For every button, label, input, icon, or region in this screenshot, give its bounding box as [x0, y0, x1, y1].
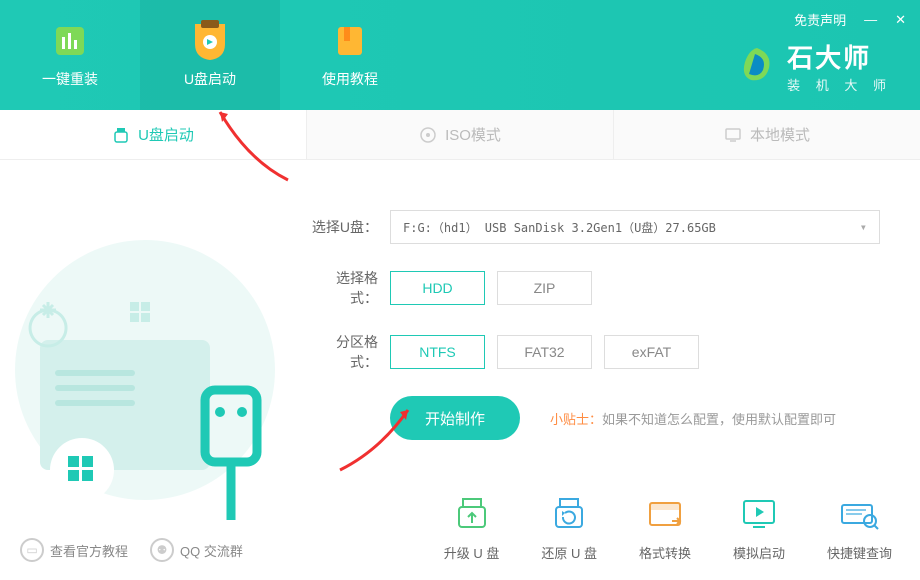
start-button[interactable]: 开始制作 [390, 396, 520, 440]
mode-tabs: U盘启动 ISO模式 本地模式 [0, 110, 920, 160]
group-icon: ⚉ [150, 538, 174, 562]
brand-logo-icon [737, 46, 777, 86]
tab-iso-mode[interactable]: ISO模式 [307, 110, 614, 159]
title-bar-actions: 免责声明 — ✕ [794, 10, 906, 29]
partition-option-exfat[interactable]: exFAT [604, 335, 699, 369]
restore-usb-icon [548, 493, 590, 535]
monitor-icon [724, 126, 742, 144]
hotkey-query-icon [838, 493, 880, 535]
nav-tutorial[interactable]: 使用教程 [280, 0, 420, 110]
book-icon: ▭ [20, 538, 44, 562]
disk-label: 选择U盘： [310, 217, 378, 237]
tool-format-convert[interactable]: 格式转换 [639, 493, 691, 562]
header: 一键重装 U盘启动 使用教程 免责声明 — ✕ 石大师 装 机 大 师 [0, 0, 920, 110]
partition-option-ntfs[interactable]: NTFS [390, 335, 485, 369]
partition-label: 分区格式： [310, 332, 378, 372]
simulate-boot-icon [738, 493, 780, 535]
tip-text: 小贴士：如果不知道怎么配置，使用默认配置即可 [550, 409, 836, 428]
disk-dropdown[interactable]: F:G:（hd1） USB SanDisk 3.2Gen1（U盘）27.65GB [390, 210, 880, 244]
brand-subtitle: 装 机 大 师 [787, 75, 892, 94]
nav-label: 使用教程 [322, 69, 378, 89]
tool-hotkey-query[interactable]: 快捷键查询 [827, 493, 892, 562]
close-button[interactable]: ✕ [895, 12, 906, 28]
tab-local-mode[interactable]: 本地模式 [614, 110, 920, 159]
shield-icon [190, 21, 230, 61]
bar-chart-icon [50, 21, 90, 61]
tool-simulate-boot[interactable]: 模拟启动 [733, 493, 785, 562]
qq-group-link[interactable]: ⚉ QQ 交流群 [150, 538, 243, 562]
brand-name: 石大师 [787, 38, 892, 75]
nav-label: 一键重装 [42, 69, 98, 89]
bookmark-icon [330, 21, 370, 61]
brand: 石大师 装 机 大 师 [737, 38, 892, 94]
nav-reinstall[interactable]: 一键重装 [0, 0, 140, 110]
nav-usb-boot[interactable]: U盘启动 [140, 0, 280, 110]
format-convert-icon [644, 493, 686, 535]
tool-upgrade-usb[interactable]: 升级 U 盘 [444, 493, 500, 562]
iso-icon [419, 126, 437, 144]
illustration [0, 160, 290, 530]
format-option-hdd[interactable]: HDD [390, 271, 485, 305]
partition-option-fat32[interactable]: FAT32 [497, 335, 592, 369]
format-label: 选择格式： [310, 268, 378, 308]
minimize-button[interactable]: — [864, 12, 877, 27]
tool-restore-usb[interactable]: 还原 U 盘 [541, 493, 597, 562]
upgrade-usb-icon [451, 493, 493, 535]
usb-icon [112, 126, 130, 144]
disclaimer-link[interactable]: 免责声明 [794, 10, 846, 29]
tool-row: 升级 U 盘 还原 U 盘 格式转换 模拟启动 快捷键查询 [444, 493, 892, 562]
tutorial-link[interactable]: ▭ 查看官方教程 [20, 538, 128, 562]
format-option-zip[interactable]: ZIP [497, 271, 592, 305]
tab-usb-boot[interactable]: U盘启动 [0, 110, 307, 159]
config-panel: 选择U盘： F:G:（hd1） USB SanDisk 3.2Gen1（U盘）2… [290, 160, 920, 530]
nav-label: U盘启动 [184, 69, 236, 89]
footer-links: ▭ 查看官方教程 ⚉ QQ 交流群 [20, 538, 243, 562]
